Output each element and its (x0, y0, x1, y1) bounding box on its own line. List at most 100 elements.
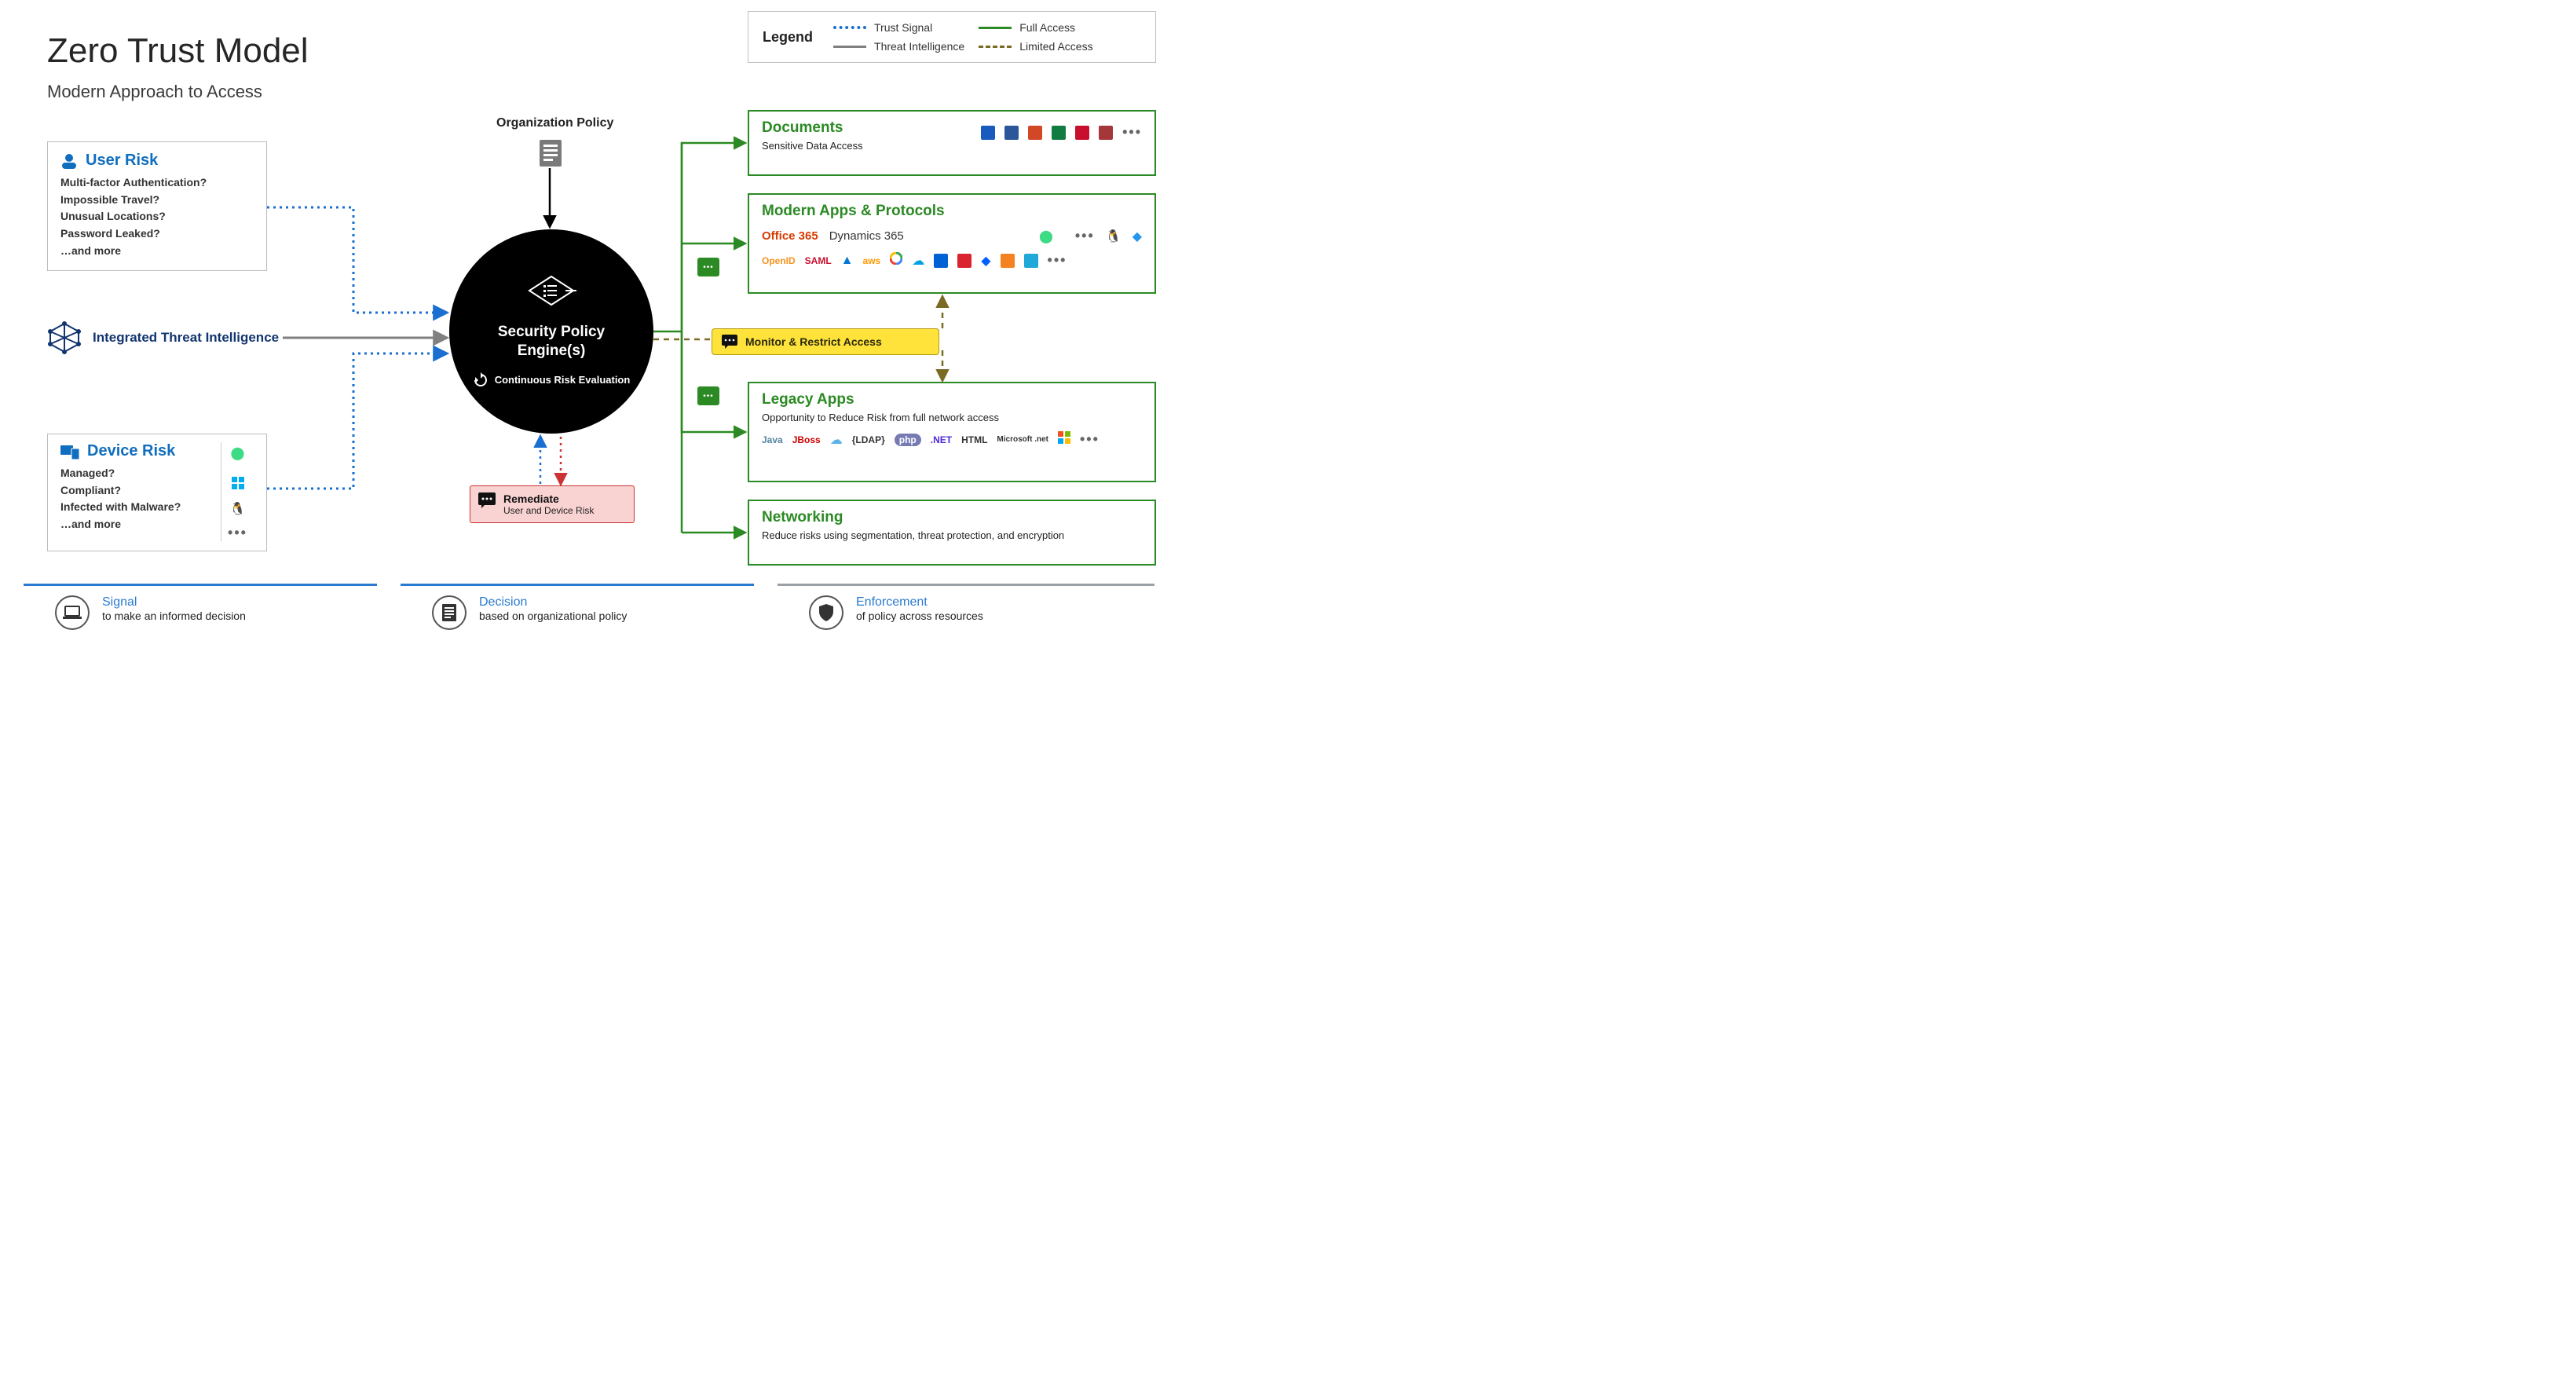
aws-icon: aws (863, 255, 881, 266)
networking-desc: Reduce risks using segmentation, threat … (762, 529, 1142, 541)
package-icon (1001, 254, 1015, 268)
dotnet-icon: .NET (931, 434, 952, 445)
footer-decision-sub: based on organizational policy (479, 610, 627, 622)
remediate-title: Remediate (503, 492, 594, 505)
swatch-gray-icon (833, 46, 866, 48)
user-risk-item: Multi-factor Authentication? (60, 174, 254, 192)
documents-desc: Sensitive Data Access (762, 140, 863, 152)
chat-icon (478, 492, 496, 508)
footer-signal: Signalto make an informed decision (24, 584, 377, 630)
windows-icon (232, 477, 244, 493)
more-icon: ••• (228, 525, 247, 541)
remediate-box: Remediate User and Device Risk (470, 485, 635, 523)
docker-icon: ◆ (1132, 229, 1142, 244)
security-policy-engine: Security Policy Engine(s) Continuous Ris… (449, 229, 653, 434)
footer-signal-sub: to make an informed decision (102, 610, 246, 622)
device-risk-box: Device Risk Managed? Compliant? Infected… (47, 434, 267, 551)
document-icon (540, 140, 562, 170)
page-title: Zero Trust Model (47, 31, 309, 71)
footer-enforcement-title: Enforcement (856, 595, 983, 610)
graph-network-icon (47, 320, 82, 355)
diagram-canvas: Zero Trust Model Modern Approach to Acce… (0, 0, 1178, 638)
swatch-dotted-blue-icon (833, 26, 866, 29)
footer-enforcement-sub: of policy across resources (856, 610, 983, 622)
legend-box: Legend Trust Signal Threat Intelligence … (748, 11, 1156, 63)
powerpoint-icon (1028, 126, 1042, 140)
dropbox-icon: ◆ (981, 253, 990, 269)
box-icon (934, 254, 948, 268)
monitor-restrict-box: Monitor & Restrict Access (712, 328, 939, 355)
pdf-icon (1075, 126, 1089, 140)
user-risk-title: User Risk (86, 152, 158, 170)
document-icon (432, 595, 467, 630)
linux-icon: 🐧 (230, 501, 246, 517)
modern-apps-row2: OpenID SAML ▲ aws ☁ ◆ ••• (762, 252, 1142, 269)
more-icon: ••• (1075, 228, 1095, 244)
engine-sub-label: Continuous Risk Evaluation (495, 375, 631, 386)
devices-icon (60, 444, 79, 460)
legacy-apps-title: Legacy Apps (762, 391, 1142, 408)
openid-icon: OpenID (762, 255, 796, 266)
jboss-icon: JBoss (792, 434, 821, 445)
excel-icon (1052, 126, 1066, 140)
swatch-green-icon (979, 27, 1012, 29)
outlook-icon (981, 126, 995, 140)
more-icon: ••• (1080, 431, 1100, 448)
user-risk-item: Unusual Locations? (60, 208, 254, 225)
networking-box: Networking Reduce risks using segmentati… (748, 500, 1156, 566)
legacy-apps-desc: Opportunity to Reduce Risk from full net… (762, 412, 1142, 423)
device-risk-list: Managed? Compliant? Infected with Malwar… (60, 465, 214, 533)
php-icon: php (895, 434, 921, 446)
legend-threat-intel: Threat Intelligence (833, 40, 964, 53)
legend-full-access-label: Full Access (1019, 21, 1075, 34)
user-icon (60, 152, 78, 170)
legend-trust-signal: Trust Signal (833, 21, 964, 34)
legend-trust-signal-label: Trust Signal (874, 21, 932, 34)
legacy-apps-box: Legacy Apps Opportunity to Reduce Risk f… (748, 382, 1156, 482)
modern-apps-box: Modern Apps & Protocols Office 365 Dynam… (748, 193, 1156, 294)
monitor-label: Monitor & Restrict Access (745, 335, 882, 348)
device-risk-item: …and more (60, 516, 214, 533)
chat-badge-icon: ••• (697, 386, 719, 405)
swatch-olive-icon (979, 46, 1012, 48)
device-risk-title: Device Risk (87, 442, 175, 460)
ldap-icon: {LDAP} (852, 434, 885, 445)
cloud-icon: ☁ (830, 432, 843, 448)
msnet-icon: Microsoft .net (997, 435, 1048, 444)
networking-title: Networking (762, 509, 1142, 526)
device-platform-icons: ⬤ 🐧 ••• (221, 442, 254, 541)
linux-icon: 🐧 (1106, 229, 1122, 244)
servicenow-icon (957, 254, 971, 268)
legend-title: Legend (763, 29, 813, 46)
documents-box: Documents Sensitive Data Access ••• (748, 110, 1156, 176)
user-risk-list: Multi-factor Authentication? Impossible … (60, 174, 254, 259)
windows-logo-icon (1058, 431, 1070, 448)
salesforce-icon: ☁ (912, 253, 924, 269)
org-policy-label: Organization Policy (496, 116, 613, 130)
c-icon (1024, 254, 1038, 268)
legend-full-access: Full Access (979, 21, 1092, 34)
java-icon: Java (762, 434, 783, 445)
legend-limited-access: Limited Access (979, 40, 1092, 53)
office365-label: Office 365 (762, 229, 818, 243)
chat-badge-icon: ••• (697, 258, 719, 276)
saml-icon: SAML (805, 255, 832, 266)
android-icon: ⬤ (1039, 229, 1053, 244)
more-icon: ••• (1122, 124, 1142, 141)
device-risk-item: Compliant? (60, 482, 214, 500)
legend-threat-intel-label: Threat Intelligence (874, 40, 964, 53)
device-risk-item: Infected with Malware? (60, 499, 214, 516)
user-risk-item: Password Leaked? (60, 225, 254, 243)
shield-icon (809, 595, 843, 630)
dynamics365-label: Dynamics 365 (829, 229, 904, 243)
google-icon (890, 252, 902, 269)
routing-icon (526, 275, 576, 310)
legacy-apps-row: Java JBoss ☁ {LDAP} php .NET HTML Micros… (762, 431, 1142, 448)
chat-icon (722, 335, 737, 349)
android-icon: ⬤ (231, 445, 245, 461)
threat-intelligence-label: Integrated Threat Intelligence (93, 330, 279, 346)
footer-decision-title: Decision (479, 595, 627, 610)
page-subtitle: Modern Approach to Access (47, 82, 262, 102)
more-icon: ••• (1048, 252, 1067, 269)
footer-decision: Decisionbased on organizational policy (401, 584, 754, 630)
